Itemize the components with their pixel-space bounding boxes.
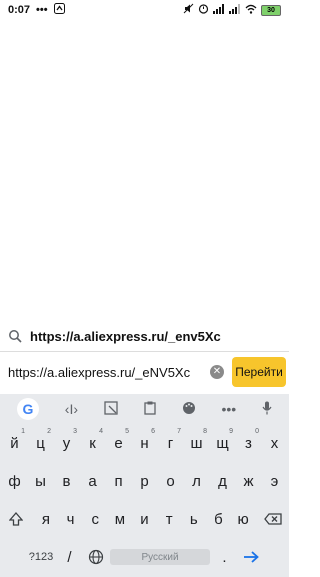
- battery-icon: 30: [261, 4, 281, 16]
- key-ф[interactable]: ф: [3, 465, 26, 497]
- more-notifications-icon: •••: [36, 4, 48, 16]
- wifi-icon: [245, 4, 257, 17]
- key-о[interactable]: о: [159, 465, 182, 497]
- shift-key[interactable]: [0, 503, 32, 535]
- period-key[interactable]: .: [213, 541, 236, 573]
- key-л[interactable]: л: [185, 465, 208, 497]
- key-е[interactable]: е5: [107, 427, 130, 459]
- key-ж[interactable]: ж: [237, 465, 260, 497]
- arrow-right-icon: [243, 551, 259, 563]
- key-я[interactable]: я: [35, 503, 57, 535]
- clear-button[interactable]: ✕: [210, 365, 224, 379]
- keyboard: G ‹I› ••• й1 ц2 у3 к4 е5 н6 г7 ш8 щ9 з0 …: [0, 394, 289, 577]
- key-д[interactable]: д: [211, 465, 234, 497]
- signal-icon: [213, 3, 225, 17]
- language-key[interactable]: [84, 541, 107, 573]
- resize-icon[interactable]: [104, 400, 118, 418]
- backspace-icon: [264, 513, 282, 525]
- key-row-1: й1 ц2 у3 к4 е5 н6 г7 ш8 щ9 з0 х: [0, 424, 289, 462]
- key-с[interactable]: с: [84, 503, 106, 535]
- key-ь[interactable]: ь: [183, 503, 205, 535]
- key-г[interactable]: г7: [159, 427, 182, 459]
- key-х[interactable]: х: [263, 427, 286, 459]
- key-а[interactable]: а: [81, 465, 104, 497]
- shift-icon: [9, 512, 24, 526]
- key-ш[interactable]: ш8: [185, 427, 208, 459]
- clipboard-icon[interactable]: [144, 401, 156, 418]
- clock: 0:07: [8, 4, 31, 16]
- symbols-key[interactable]: ?123: [27, 541, 55, 573]
- alarm-icon: [198, 3, 209, 17]
- key-row-4: ?123 / Русский .: [0, 538, 289, 576]
- palette-icon[interactable]: [182, 401, 196, 418]
- key-ю[interactable]: ю: [232, 503, 254, 535]
- key-щ[interactable]: щ9: [211, 427, 234, 459]
- signal-icon-2: [229, 3, 241, 17]
- key-row-2: ф ы в а п р о л д ж э: [0, 462, 289, 500]
- key-р[interactable]: р: [133, 465, 156, 497]
- key-к[interactable]: к4: [81, 427, 104, 459]
- key-б[interactable]: б: [208, 503, 230, 535]
- go-button[interactable]: Перейти: [232, 357, 286, 387]
- key-ц[interactable]: ц2: [29, 427, 52, 459]
- globe-icon: [88, 549, 103, 565]
- more-options-icon[interactable]: •••: [221, 401, 236, 417]
- url-bar: ✕ Перейти: [0, 352, 289, 392]
- search-icon: [9, 330, 22, 343]
- key-в[interactable]: в: [55, 465, 78, 497]
- key-п[interactable]: п: [107, 465, 130, 497]
- key-э[interactable]: э: [263, 465, 286, 497]
- enter-key[interactable]: [239, 541, 262, 573]
- key-м[interactable]: м: [109, 503, 131, 535]
- url-input[interactable]: [8, 364, 204, 380]
- key-з[interactable]: з0: [237, 427, 260, 459]
- key-й[interactable]: й1: [3, 427, 26, 459]
- keyboard-toolbar: G ‹I› •••: [0, 394, 289, 424]
- suggestion-item[interactable]: https://a.aliexpress.ru/_env5Xc: [0, 322, 289, 350]
- suggestion-text: https://a.aliexpress.ru/_env5Xc: [30, 328, 221, 344]
- close-icon: ✕: [212, 366, 222, 377]
- key-ч[interactable]: ч: [60, 503, 82, 535]
- app-notification-icon: [53, 3, 65, 17]
- key-н[interactable]: н6: [133, 427, 156, 459]
- key-у[interactable]: у3: [55, 427, 78, 459]
- microphone-icon[interactable]: [262, 401, 272, 418]
- page-content: [0, 20, 289, 318]
- status-bar: 0:07 ••• 30: [0, 0, 289, 20]
- slash-key[interactable]: /: [58, 541, 81, 573]
- backspace-key[interactable]: [257, 503, 289, 535]
- key-ы[interactable]: ы: [29, 465, 52, 497]
- key-row-3: я ч с м и т ь б ю: [0, 500, 289, 538]
- text-cursor-icon[interactable]: ‹I›: [65, 401, 78, 417]
- google-icon[interactable]: G: [16, 398, 39, 420]
- mute-icon: [183, 3, 194, 17]
- space-key[interactable]: Русский: [110, 549, 210, 565]
- key-и[interactable]: и: [134, 503, 156, 535]
- key-т[interactable]: т: [158, 503, 180, 535]
